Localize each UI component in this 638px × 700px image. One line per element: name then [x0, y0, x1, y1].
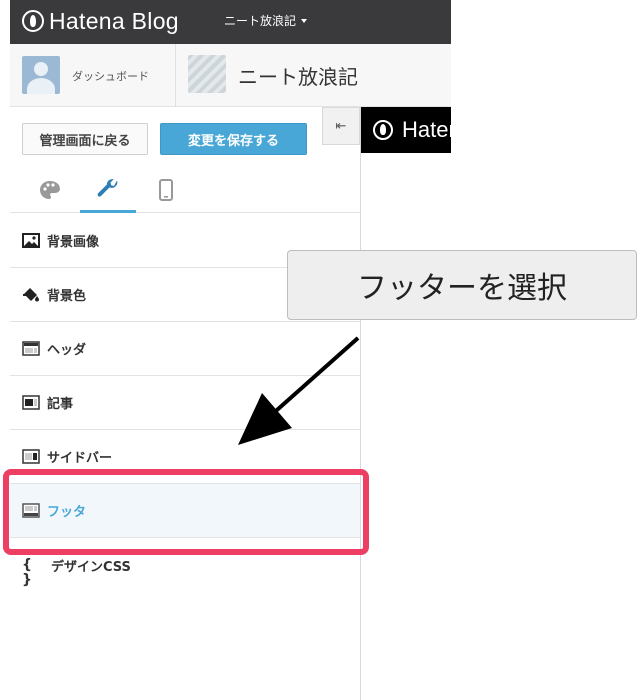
- annotation-arrow: [238, 336, 360, 445]
- footer-highlight-box: [3, 469, 369, 555]
- instruction-callout: フッターを選択: [287, 250, 637, 320]
